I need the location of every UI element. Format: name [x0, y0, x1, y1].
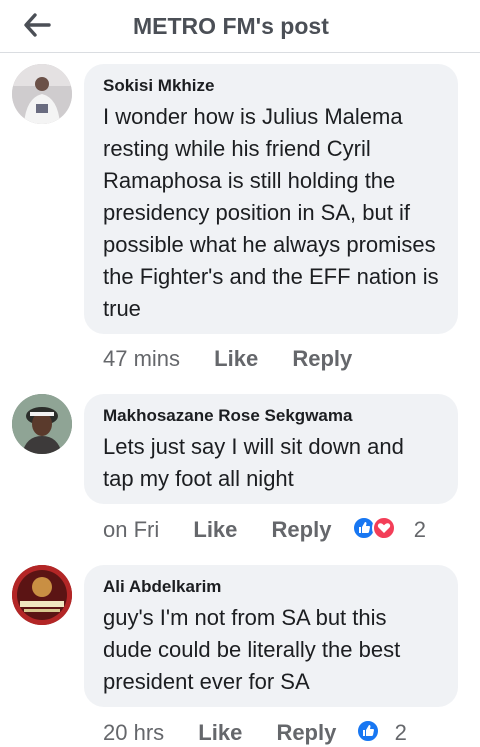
header-bar: METRO FM's post: [0, 0, 480, 53]
comment-text: Lets just say I will sit down and tap my…: [103, 434, 404, 491]
like-button[interactable]: Like: [214, 346, 258, 372]
reply-button[interactable]: Reply: [292, 346, 352, 372]
comment-text: I wonder how is Julius Malema resting wh…: [103, 104, 439, 321]
comment-time[interactable]: 20 hrs: [103, 720, 164, 746]
comment-author[interactable]: Sokisi Mkhize: [103, 76, 440, 96]
comment-actions: 20 hrs Like Reply 2: [103, 719, 407, 747]
comment-author[interactable]: Ali Abdelkarim: [103, 577, 440, 597]
love-reaction-icon: [371, 516, 396, 541]
arrow-left-icon[interactable]: [22, 12, 52, 38]
comment-bubble: Makhosazane Rose Sekgwama Lets just say …: [84, 394, 458, 504]
comment-bubble: Ali Abdelkarim guy's I'm not from SA but…: [84, 565, 458, 707]
reply-button[interactable]: Reply: [276, 720, 336, 746]
like-button[interactable]: Like: [198, 720, 242, 746]
reply-button[interactable]: Reply: [272, 517, 332, 543]
like-button[interactable]: Like: [193, 517, 237, 543]
reactions-summary[interactable]: [356, 719, 384, 745]
avatar[interactable]: [12, 394, 72, 454]
reaction-count[interactable]: 2: [395, 720, 407, 746]
comment-bubble: Sokisi Mkhize I wonder how is Julius Mal…: [84, 64, 458, 334]
avatar[interactable]: [12, 64, 72, 124]
comment-time[interactable]: 47 mins: [103, 346, 180, 372]
reactions-summary[interactable]: [351, 516, 404, 542]
reaction-count[interactable]: 2: [414, 517, 426, 543]
page-title: METRO FM's post: [133, 13, 329, 39]
comment-time[interactable]: on Fri: [103, 517, 159, 543]
comment-actions: 47 mins Like Reply: [103, 346, 352, 372]
like-reaction-icon: [356, 719, 381, 744]
comment-actions: on Fri Like Reply 2: [103, 516, 426, 544]
comment-author[interactable]: Makhosazane Rose Sekgwama: [103, 406, 440, 426]
comment-text: guy's I'm not from SA but this dude coul…: [103, 605, 401, 694]
avatar[interactable]: [12, 565, 72, 625]
